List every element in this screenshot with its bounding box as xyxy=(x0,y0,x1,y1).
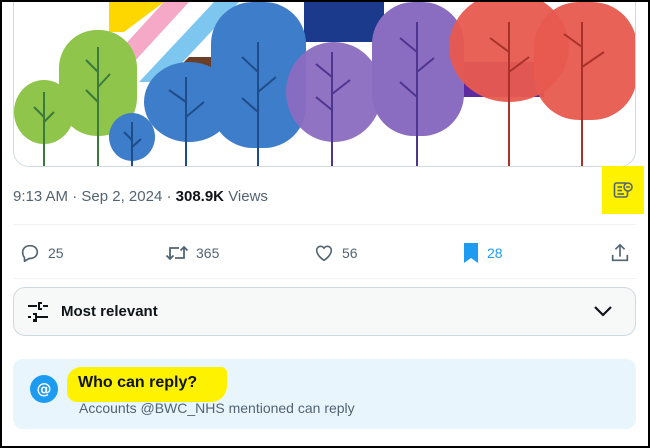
bookmark-count: 28 xyxy=(487,245,503,261)
views-label: Views xyxy=(228,188,268,205)
reply-icon xyxy=(21,244,39,263)
like-icon xyxy=(315,245,333,262)
tune-icon xyxy=(28,302,48,322)
reply-count: 25 xyxy=(48,245,64,261)
at-icon: @ xyxy=(30,375,58,403)
who-can-reply-box: @ Who can reply? Accounts @BWC_NHS menti… xyxy=(13,359,636,429)
bookmark-icon xyxy=(464,243,478,263)
like-count: 56 xyxy=(342,245,358,261)
tweet-detail: 9:13 AM · Sep 2, 2024 · 308.9K Views 25 xyxy=(0,0,650,448)
reply-sort-label: Most relevant xyxy=(61,303,158,320)
reply-sort-dropdown[interactable]: Most relevant xyxy=(13,287,636,336)
retweet-count: 365 xyxy=(196,245,220,261)
tweet-time[interactable]: 9:13 AM xyxy=(13,188,68,205)
meta-dot: · xyxy=(72,188,82,205)
who-can-reply-description: Accounts @BWC_NHS mentioned can reply xyxy=(79,400,355,416)
retweet-icon xyxy=(165,245,189,261)
retweet-button[interactable]: 365 xyxy=(165,240,219,266)
like-button[interactable]: 56 xyxy=(313,240,358,266)
tweet-meta: 9:13 AM · Sep 2, 2024 · 308.9K Views xyxy=(13,188,268,205)
tweet-media-image[interactable] xyxy=(13,2,636,167)
tweet-date[interactable]: Sep 2, 2024 xyxy=(81,188,162,205)
meta-dot: · xyxy=(166,188,176,205)
grok-analyze-icon xyxy=(613,182,633,198)
who-can-reply-title: Who can reply? xyxy=(78,374,198,391)
grok-analyze-button[interactable] xyxy=(602,166,644,214)
share-button[interactable] xyxy=(609,240,631,266)
views-count: 308.9K xyxy=(175,188,225,205)
bookmark-button[interactable]: 28 xyxy=(462,240,503,266)
divider xyxy=(13,278,636,279)
reply-button[interactable]: 25 xyxy=(19,240,64,266)
divider xyxy=(13,224,636,225)
chevron-down-icon xyxy=(594,306,612,317)
share-icon xyxy=(611,243,629,262)
